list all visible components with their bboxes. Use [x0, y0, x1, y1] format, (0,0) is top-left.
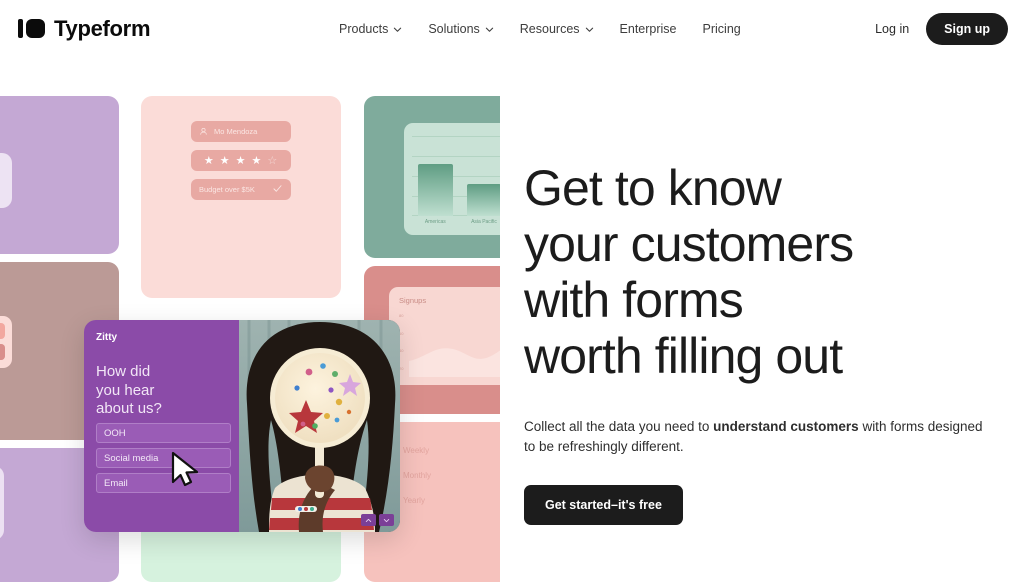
signups-title: Signups	[399, 296, 427, 305]
region-bar-chart-card: Americas Asia Pacific Europe	[404, 123, 500, 235]
collage-tile-rating: Average rating ★★☆☆☆	[0, 96, 119, 254]
nav-label: Products	[339, 21, 389, 36]
chart-bar	[466, 184, 500, 216]
y-tick: 80	[399, 313, 404, 318]
form-option-email[interactable]: Email	[96, 473, 231, 493]
chevron-down-icon[interactable]	[379, 514, 394, 526]
page-title: Get to know your customers with forms wo…	[524, 160, 994, 384]
chart-x-tick: Americas	[424, 219, 446, 225]
login-link[interactable]: Log in	[875, 22, 909, 36]
nav-item-products[interactable]: Products	[339, 22, 402, 36]
headline-line: worth filling out	[524, 328, 843, 384]
featured-form-card: Zitty How did you hear about us? OOH Soc…	[84, 320, 400, 532]
chevron-down-icon	[393, 25, 402, 34]
form-brand-name: Zitty	[96, 332, 118, 343]
chart-x-tick: Asia Pacific	[471, 219, 497, 225]
primary-nav: Products Solutions Resources Enterprise	[339, 0, 741, 57]
top-navigation-bar: Typeform Products Solutions Resources En…	[0, 0, 1024, 57]
form-photo	[239, 320, 400, 532]
headline-line: with forms	[524, 272, 744, 328]
get-started-button[interactable]: Get started–it's free	[524, 484, 683, 525]
subtitle-part: Collect all the data you need to	[524, 419, 714, 434]
form-question-panel: Zitty How did you hear about us? OOH Soc…	[84, 320, 239, 532]
check-icon	[272, 183, 283, 196]
collage-tile-chart: Americas Asia Pacific Europe	[364, 96, 500, 258]
nav-label: Pricing	[702, 21, 741, 36]
frequency-label: Yearly	[403, 496, 425, 505]
hero-content: Get to know your customers with forms wo…	[524, 160, 994, 525]
signups-body: 80 60 40 20	[399, 311, 500, 377]
survey-stars-pill: ★ ★ ★ ★ ☆	[191, 150, 291, 171]
collage-tile-survey: Mo Mendoza ★ ★ ★ ★ ☆ Budget over $5K	[141, 96, 341, 298]
survey-name-value: Mo Mendoza	[214, 127, 258, 136]
brand-logo-link[interactable]: Typeform	[18, 15, 151, 42]
chevron-up-icon[interactable]	[361, 514, 376, 526]
progress-bar-row	[0, 323, 5, 339]
signup-button[interactable]: Sign up	[926, 12, 1008, 45]
survey-budget-pill: Budget over $5K	[191, 179, 291, 200]
hero-subtitle: Collect all the data you need to underst…	[524, 417, 984, 458]
chevron-down-icon	[585, 25, 594, 34]
nav-actions: Log in Sign up	[875, 0, 1008, 57]
survey-name-pill: Mo Mendoza	[191, 121, 291, 142]
chart-plot-area	[412, 132, 500, 216]
average-rating-label: Average rating	[0, 161, 2, 170]
headline-line: your customers	[524, 216, 854, 272]
chart-bars	[418, 132, 500, 216]
headline-line: Get to know	[524, 160, 782, 216]
brand-name: Typeform	[54, 15, 151, 41]
frequency-label: Weekly	[403, 446, 430, 455]
nav-item-resources[interactable]: Resources	[520, 22, 594, 36]
progress-bar-row	[0, 344, 5, 360]
nav-item-solutions[interactable]: Solutions	[428, 22, 493, 36]
nav-item-enterprise[interactable]: Enterprise	[620, 22, 677, 36]
rating-stars: ★★☆☆☆	[0, 175, 2, 191]
survey-budget-value: Budget over $5K	[199, 185, 255, 194]
form-option-ooh[interactable]: OOH	[96, 423, 231, 443]
average-rating-card: Average rating ★★☆☆☆	[0, 153, 12, 208]
form-question: How did you hear about us?	[96, 363, 227, 419]
subtitle-emphasis: understand customers	[713, 419, 859, 434]
survey-fields: Mo Mendoza ★ ★ ★ ★ ☆ Budget over $5K	[191, 121, 291, 200]
form-navigation-chips	[361, 514, 394, 526]
hero-collage: Average rating ★★☆☆☆ Qualified lead Mary…	[0, 96, 500, 582]
typeform-logo-icon	[18, 19, 45, 38]
mouse-cursor-icon	[170, 451, 204, 492]
nav-label: Enterprise	[619, 21, 677, 36]
chevron-down-icon	[485, 25, 494, 34]
chart-x-axis-labels: Americas Asia Pacific Europe	[412, 219, 500, 225]
nav-label: Solutions	[428, 21, 480, 36]
form-option-social-media[interactable]: Social media	[96, 448, 231, 468]
form-options: OOH Social media Email	[96, 423, 231, 493]
qualified-lead-card: Qualified lead Mary Smith mary@company.c…	[0, 466, 4, 540]
nav-label: Resources	[519, 21, 580, 36]
nav-item-pricing[interactable]: Pricing	[703, 22, 741, 36]
form-question-line: you hear	[96, 381, 155, 399]
frequency-label: Monthly	[403, 471, 432, 480]
landing-page: Typeform Products Solutions Resources En…	[0, 0, 1024, 582]
progress-bars-card	[0, 316, 12, 368]
person-icon	[199, 127, 208, 136]
signups-chart-card: Signups 80 60 40 20	[389, 287, 500, 385]
form-question-line: about us?	[96, 400, 162, 418]
signups-plot-area	[409, 311, 500, 377]
form-question-line: How did	[96, 363, 151, 380]
chart-bar	[418, 163, 453, 216]
